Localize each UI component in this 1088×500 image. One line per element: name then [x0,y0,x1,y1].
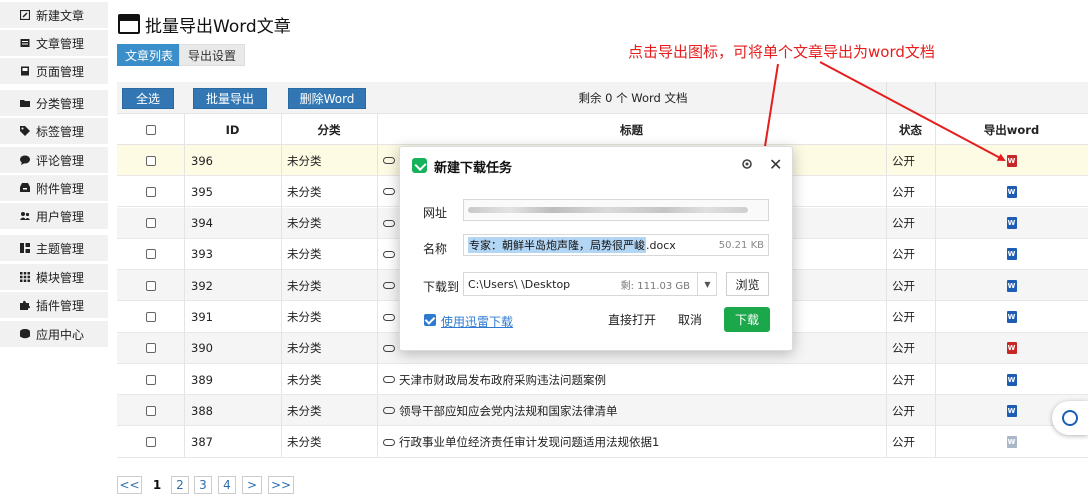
free-space: 剩: 111.03 GB [620,280,690,292]
use-thunder-link[interactable]: 使用迅雷下载 [441,313,513,330]
browse-button[interactable]: 浏览 [726,272,769,296]
gear-icon[interactable] [741,158,753,170]
url-field[interactable] [463,199,769,221]
blurred-url [468,207,748,213]
arrow-to-export-icon [819,61,1006,161]
filename-field[interactable]: 专家：朝鲜半岛炮声隆，局势很严峻 .docx 50.21 KB [463,234,769,256]
close-icon[interactable]: ✕ [769,155,782,174]
save-path-field[interactable]: C:\Users\ \Desktop 剩: 111.03 GB [463,272,717,296]
dialog-title: 新建下载任务 [434,161,513,176]
filename-ext: .docx [646,238,676,252]
thunder-checkbox[interactable] [424,314,436,326]
download-button[interactable]: 下载 [724,307,770,332]
file-size: 50.21 KB [718,239,764,251]
save-to-label: 下载到 [423,280,460,294]
download-dialog: 新建下载任务 ✕ 网址 名称 专家：朝鲜半岛炮声隆，局势很严峻 .docx 50… [399,146,793,351]
chevron-down-icon[interactable]: ▼ [697,272,717,296]
filename-selected: 专家：朝鲜半岛炮声隆，局势很严峻 [468,237,646,253]
save-path: C:\Users\ \Desktop [468,277,571,291]
name-label: 名称 [423,242,448,256]
download-app-icon [412,158,427,173]
cancel-button[interactable]: 取消 [670,307,710,332]
open-direct-button[interactable]: 直接打开 [602,307,662,332]
url-label: 网址 [423,206,448,220]
floating-assistant-button[interactable] [1052,401,1088,435]
assistant-icon [1062,410,1078,426]
